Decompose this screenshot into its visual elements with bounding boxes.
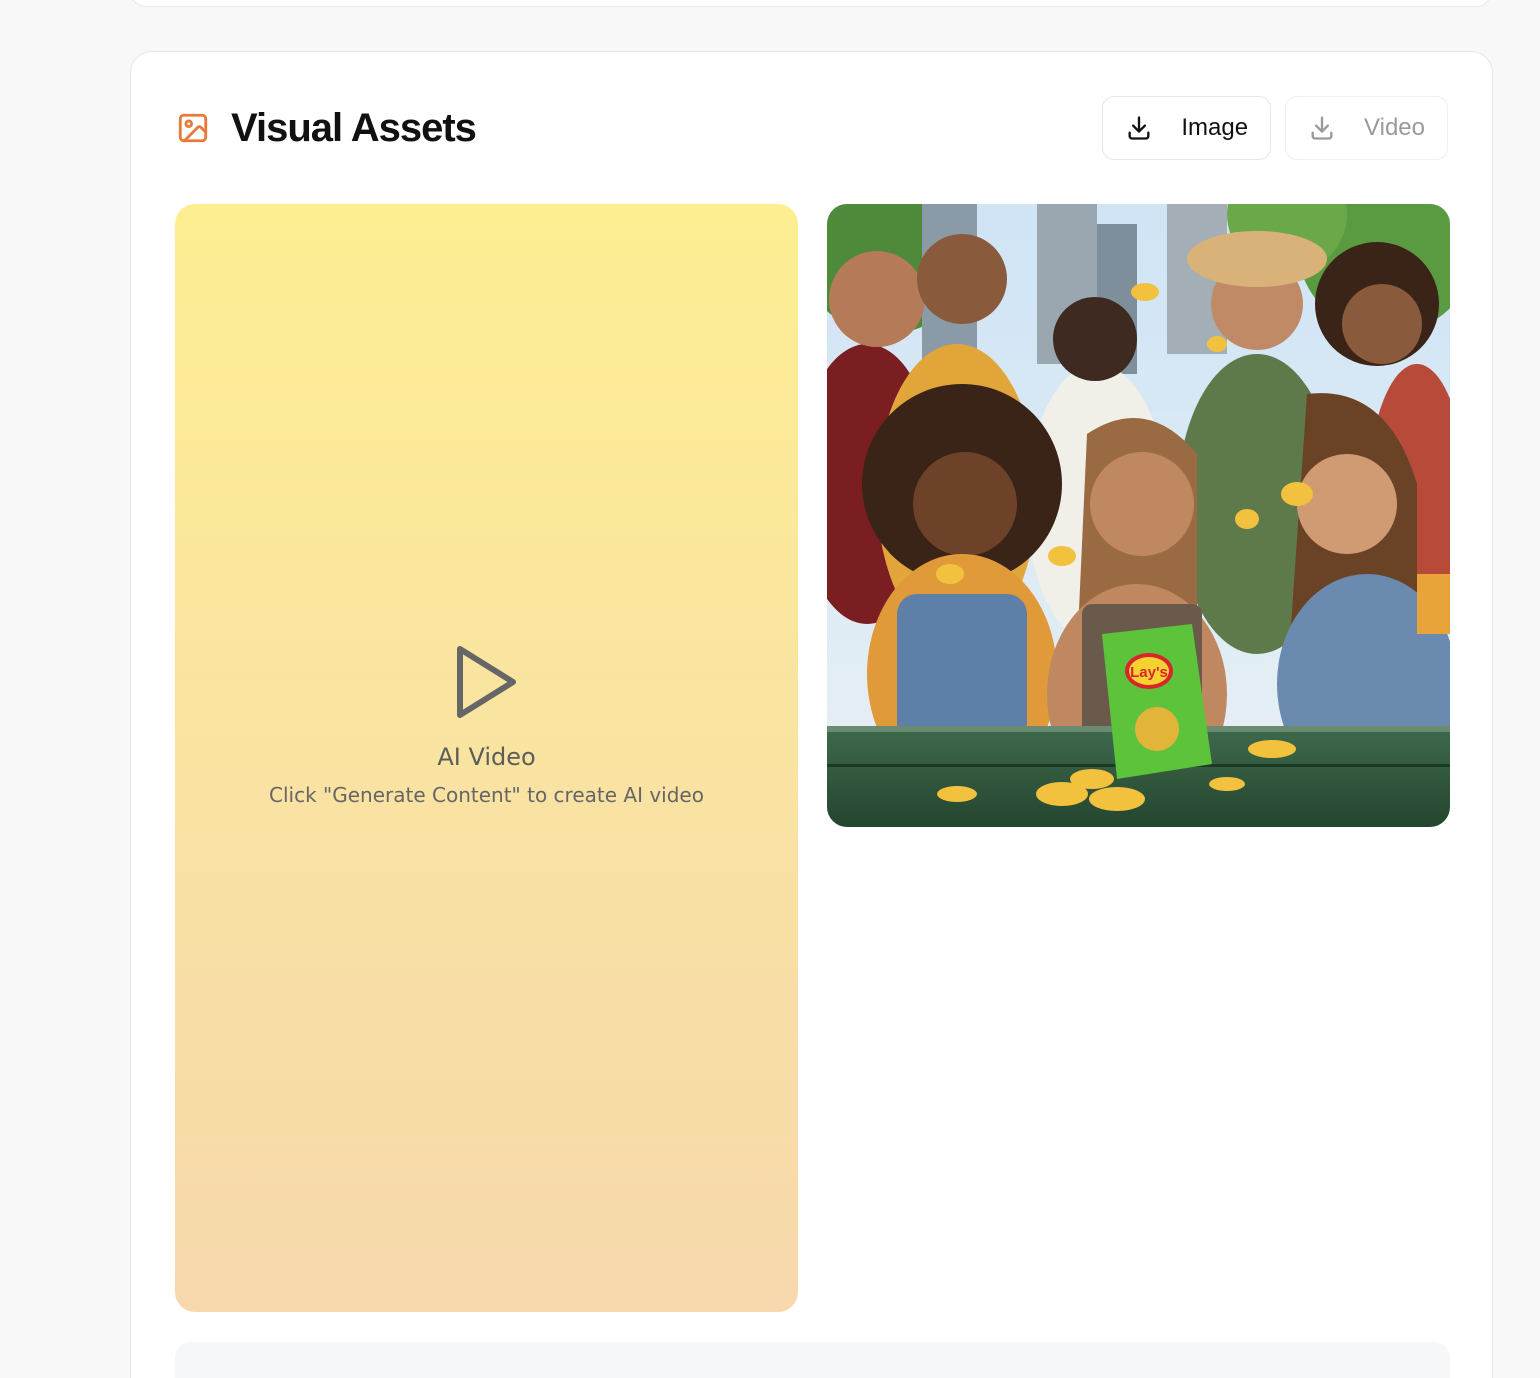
video-placeholder-title: AI Video [437, 742, 536, 771]
card-header: Visual Assets Image Video [175, 96, 1448, 160]
visual-assets-card: Visual Assets Image Video AI Video Click… [130, 51, 1493, 1378]
next-section-panel [175, 1342, 1450, 1378]
download-actions: Image Video [1102, 96, 1448, 160]
image-icon [175, 110, 211, 146]
previous-card [130, 0, 1492, 7]
download-icon [1123, 112, 1155, 144]
generated-image[interactable]: Lay's [827, 204, 1450, 827]
svg-text:Lay's: Lay's [1130, 664, 1168, 681]
download-video-button[interactable]: Video [1285, 96, 1448, 160]
download-video-label: Video [1364, 114, 1425, 141]
video-placeholder: AI Video Click "Generate Content" to cre… [175, 204, 798, 1312]
download-image-label: Image [1181, 114, 1249, 141]
section-title: Visual Assets [231, 105, 477, 150]
video-placeholder-subtitle: Click "Generate Content" to create AI vi… [269, 782, 704, 807]
play-icon [455, 644, 519, 725]
download-image-button[interactable]: Image [1102, 96, 1272, 160]
download-icon [1306, 112, 1338, 144]
generated-image-illustration: Lay's [827, 204, 1450, 827]
